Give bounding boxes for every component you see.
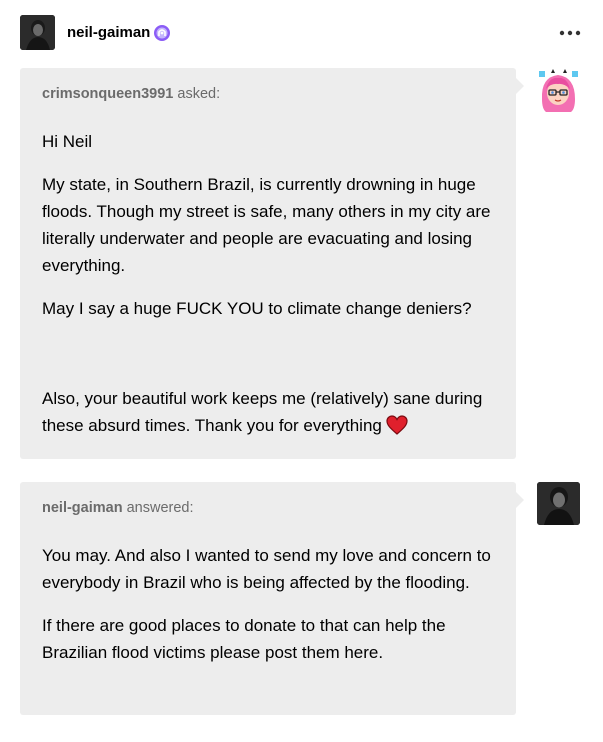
ellipsis-icon [559, 30, 581, 35]
ask-paragraph: May I say a huge FUCK YOU to climate cha… [42, 299, 472, 318]
answer-bubble: neil-gaiman answered: You may. And also … [20, 482, 524, 715]
ask-paragraph-last: Also, your beautiful work keeps me (rela… [42, 385, 497, 443]
ask-bubble: crimsonqueen3991 asked: Hi Neil My state… [20, 68, 524, 459]
asker-avatar[interactable] [537, 69, 580, 112]
answerer-avatar[interactable] [537, 482, 580, 525]
purple-badge-icon[interactable] [153, 24, 171, 42]
answer-meta: neil-gaiman answered: [42, 500, 494, 516]
answer-paragraph: You may. And also I wanted to send my lo… [42, 546, 491, 592]
asked-label: asked: [173, 86, 221, 102]
pink-hair-character-icon [537, 69, 580, 112]
post: neil-gaiman crimsonqueen3991 asked: Hi N… [0, 0, 603, 742]
asker-username-link[interactable]: crimsonqueen3991 [42, 86, 173, 102]
red-heart-icon [386, 415, 408, 443]
answer-paragraph: If there are good places to donate to th… [42, 616, 446, 662]
answerer-username-link[interactable]: neil-gaiman [42, 500, 123, 516]
post-header: neil-gaiman [20, 15, 583, 50]
author-portrait-icon [537, 482, 580, 525]
ask-paragraph: My state, in Southern Brazil, is current… [42, 175, 491, 275]
blog-name-link[interactable]: neil-gaiman [67, 24, 150, 41]
author-portrait-icon [20, 15, 55, 50]
blog-avatar[interactable] [20, 15, 55, 50]
ask-paragraph-text: Also, your beautiful work keeps me (rela… [42, 389, 483, 435]
ask-meta: crimsonqueen3991 asked: [42, 86, 494, 102]
ask-paragraph: Hi Neil [42, 132, 93, 151]
answered-label: answered: [122, 500, 194, 516]
more-options-button[interactable] [555, 18, 585, 48]
